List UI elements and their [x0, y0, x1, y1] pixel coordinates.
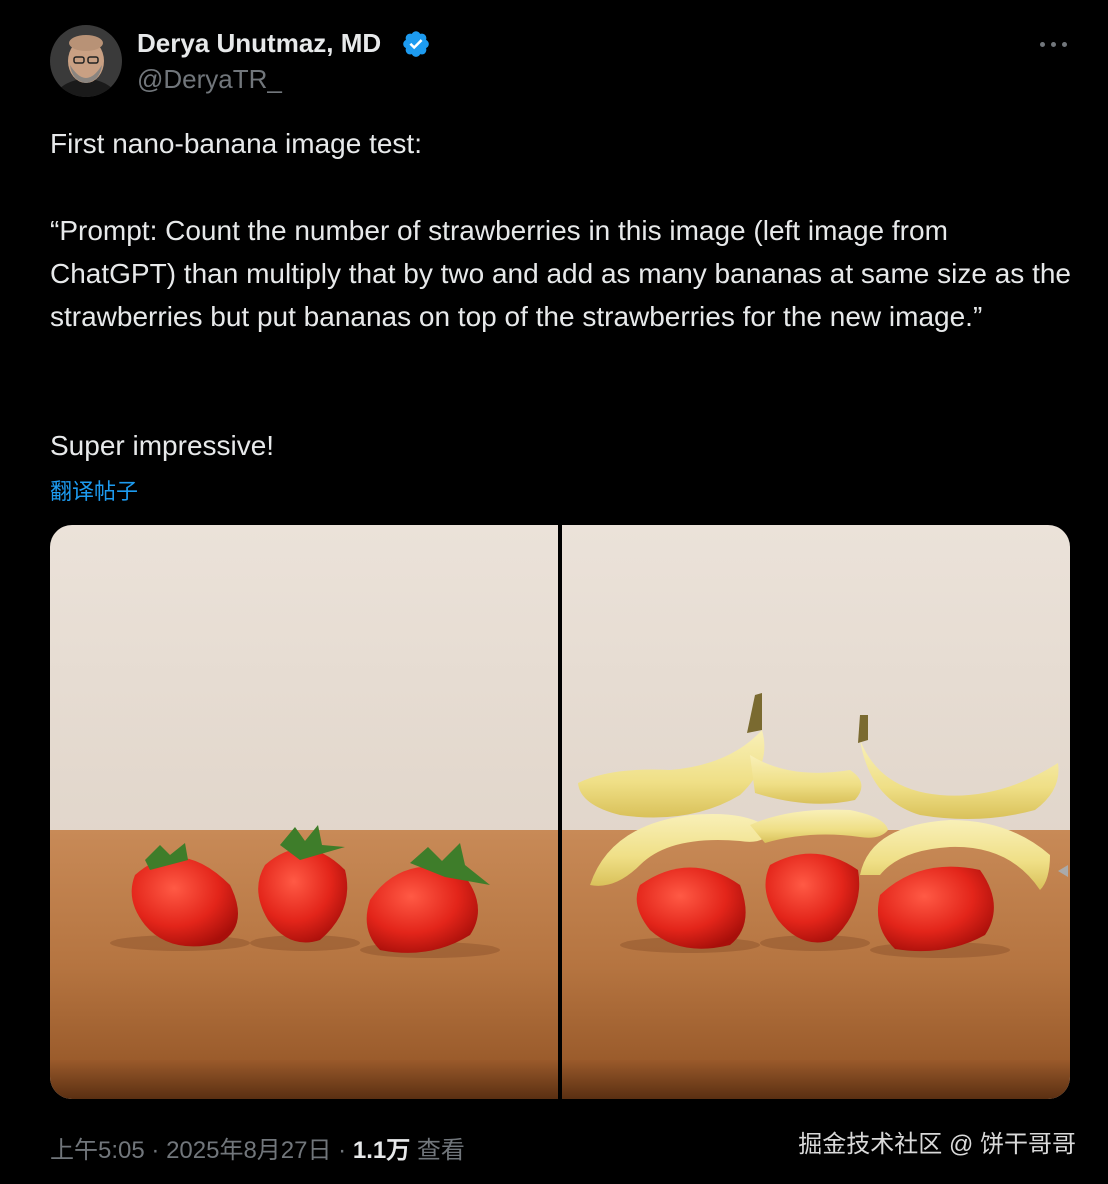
meta-separator: · — [151, 1137, 160, 1164]
media-grid[interactable] — [50, 525, 1070, 1099]
post-text-line1: First nano-banana image test: — [50, 128, 422, 159]
right-media-image[interactable] — [562, 525, 1070, 1099]
post-text-quote: “Prompt: Count the number of strawberrie… — [50, 215, 1071, 332]
tweet: Derya Unutmaz, MD @DeryaTR_ First nano-b… — [0, 0, 1108, 1184]
avatar-image — [50, 25, 122, 97]
author-avatar[interactable] — [50, 25, 122, 97]
author-name[interactable]: Derya Unutmaz, MD — [137, 28, 381, 59]
watermark: 掘金技术社区 @ 饼干哥哥 — [798, 1131, 1076, 1158]
post-time[interactable]: 上午5:05 — [50, 1137, 145, 1164]
views-label: 查看 — [416, 1137, 465, 1164]
views-count: 1.1万 — [352, 1137, 411, 1164]
verified-badge-icon — [403, 31, 429, 57]
post-date[interactable]: 2025年8月27日 — [166, 1137, 331, 1164]
post-meta: 上午5:05 · 2025年8月27日 · 1.1万 查看 — [50, 1130, 465, 1165]
translate-post-link[interactable]: 翻译帖子 — [50, 474, 138, 506]
more-horizontal-icon[interactable] — [1036, 30, 1072, 58]
author-handle[interactable]: @DeryaTR_ — [137, 64, 282, 95]
meta-separator: · — [338, 1137, 347, 1164]
post-text-closing: Super impressive! — [50, 430, 275, 461]
left-media-image[interactable] — [50, 525, 558, 1099]
